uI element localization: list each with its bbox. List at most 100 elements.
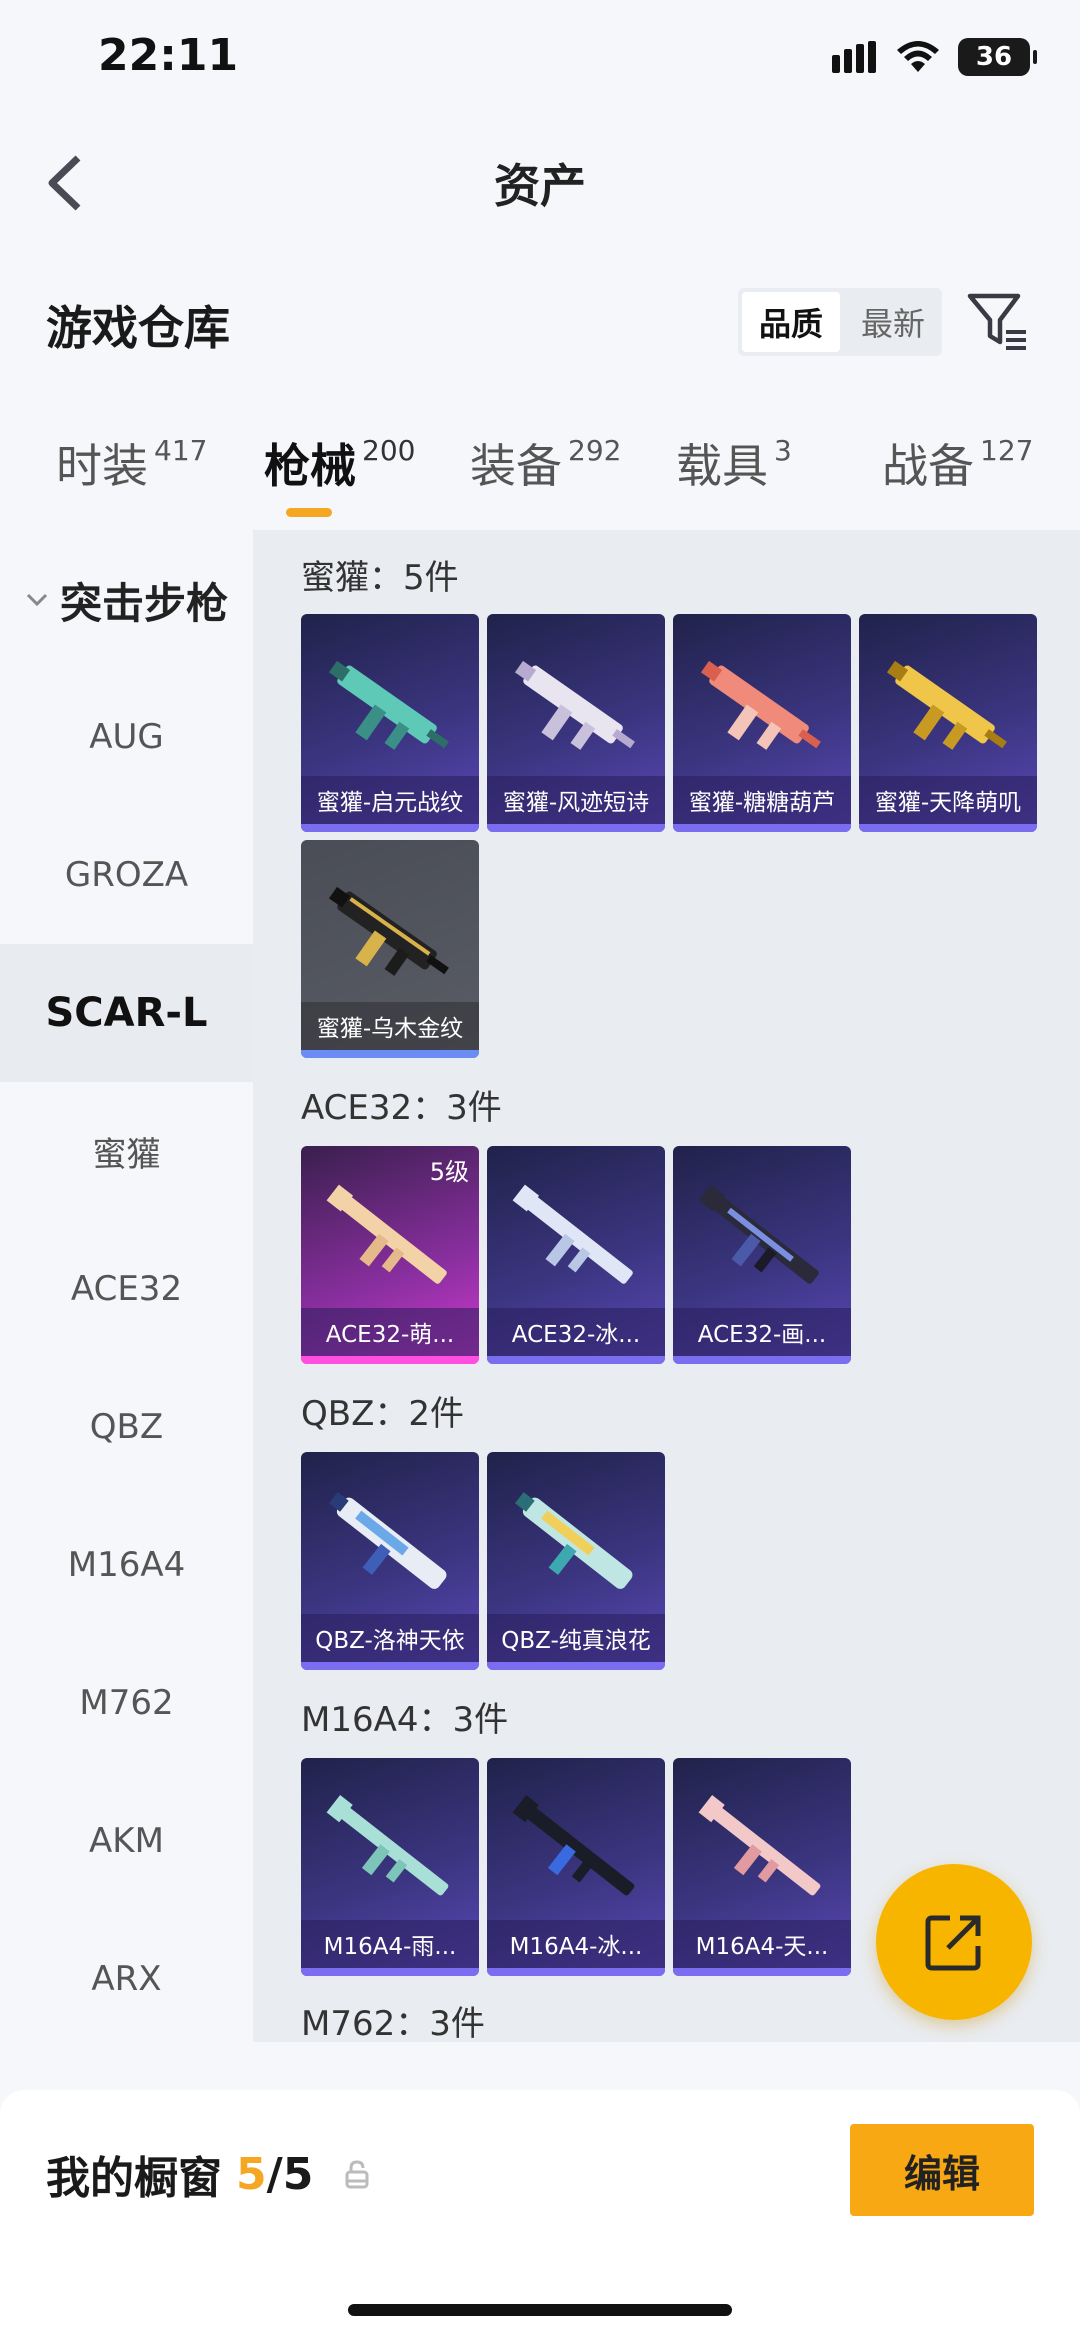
tab-count: 200 bbox=[362, 434, 416, 467]
rarity-bar bbox=[673, 1356, 851, 1364]
skin-name: 蜜獾-乌木金纹 bbox=[301, 1002, 479, 1050]
share-icon bbox=[925, 1915, 981, 1971]
sort-quality-option[interactable]: 品质 bbox=[742, 292, 840, 352]
showcase-label: 我的橱窗 bbox=[46, 2153, 222, 2204]
sort-toggle: 品质 最新 bbox=[738, 288, 942, 356]
rarity-bar bbox=[487, 1662, 665, 1670]
sidebar-item-ace32[interactable]: ACE32 bbox=[0, 1220, 253, 1358]
skin-name: 蜜獾-启元战纹 bbox=[301, 776, 479, 824]
skin-card[interactable]: M16A4-天... bbox=[673, 1758, 851, 1976]
showcase-summary: 我的橱窗 5 /5 bbox=[46, 2142, 371, 2206]
sidebar-item-aug[interactable]: AUG bbox=[0, 668, 253, 806]
rarity-bar bbox=[487, 824, 665, 832]
skin-name: QBZ-纯真浪花 bbox=[487, 1614, 665, 1662]
showcase-count: 5 bbox=[236, 2148, 267, 2200]
skin-card[interactable]: 5级 ACE32-萌... bbox=[301, 1146, 479, 1364]
skin-card[interactable]: QBZ-纯真浪花 bbox=[487, 1452, 665, 1670]
showcase-bar: 我的橱窗 5 /5 编辑 bbox=[0, 2090, 1080, 2339]
sidebar-item-honey-badger[interactable]: 蜜獾 bbox=[0, 1082, 253, 1220]
signal-icon bbox=[832, 41, 876, 73]
rarity-bar bbox=[301, 1662, 479, 1670]
section-title: M762：3件 bbox=[301, 2004, 485, 2042]
smg-icon bbox=[328, 660, 449, 750]
skin-card[interactable]: ACE32-画... bbox=[673, 1146, 851, 1364]
section-title: ACE32：3件 bbox=[301, 1088, 502, 1128]
sidebar-item-scar-l[interactable]: SCAR-L bbox=[0, 944, 253, 1082]
status-icons: 36 bbox=[832, 38, 1037, 76]
chevron-down-icon bbox=[26, 593, 48, 607]
tab-fashion[interactable]: 时装 417 bbox=[56, 430, 207, 496]
weapon-content: 蜜獾：5件 蜜獾-启元战纹 蜜獾-风迹短诗 蜜獾-糖糖葫芦 蜜獾-天降萌叽 蜜獾… bbox=[253, 530, 1080, 2042]
tab-guns[interactable]: 枪械 200 bbox=[264, 430, 415, 496]
skin-card[interactable]: 蜜獾-天降萌叽 bbox=[859, 614, 1037, 832]
rarity-bar bbox=[487, 1968, 665, 1976]
rarity-bar bbox=[487, 1356, 665, 1364]
battery-indicator: 36 bbox=[958, 38, 1037, 76]
category-tabs: 时装 417 枪械 200 装备 292 载具 3 战备 127 bbox=[0, 430, 1080, 530]
rifle-icon bbox=[326, 1795, 449, 1896]
section-title: 蜜獾：5件 bbox=[301, 558, 459, 598]
weapon-sidebar: 突击步枪 AUG GROZA SCAR-L 蜜獾 ACE32 QBZ M16A4… bbox=[0, 530, 253, 2050]
skin-name: M16A4-天... bbox=[673, 1920, 851, 1968]
skin-card[interactable]: M16A4-冰... bbox=[487, 1758, 665, 1976]
tab-count: 3 bbox=[774, 434, 792, 467]
skin-card[interactable]: ACE32-冰... bbox=[487, 1146, 665, 1364]
rarity-bar bbox=[859, 824, 1037, 832]
sort-newest-option[interactable]: 最新 bbox=[844, 288, 942, 356]
filter-icon[interactable] bbox=[966, 290, 1030, 354]
rarity-bar bbox=[301, 1356, 479, 1364]
sidebar-item-groza[interactable]: GROZA bbox=[0, 806, 253, 944]
skin-name: 蜜獾-风迹短诗 bbox=[487, 776, 665, 824]
sidebar-item-m16a4[interactable]: M16A4 bbox=[0, 1496, 253, 1634]
tab-count: 417 bbox=[154, 434, 208, 467]
share-button[interactable] bbox=[876, 1864, 1032, 2020]
skin-card[interactable]: QBZ-洛神天依 bbox=[301, 1452, 479, 1670]
warehouse-title: 游戏仓库 bbox=[46, 301, 230, 355]
smg-icon bbox=[700, 660, 821, 750]
tab-label: 时装 bbox=[56, 439, 148, 493]
sidebar-group-assault-rifles[interactable]: 突击步枪 bbox=[0, 560, 253, 640]
skin-card[interactable]: M16A4-雨... bbox=[301, 1758, 479, 1976]
skin-card[interactable]: 蜜獾-风迹短诗 bbox=[487, 614, 665, 832]
skin-name: QBZ-洛神天依 bbox=[301, 1614, 479, 1662]
tab-equipment[interactable]: 装备 292 bbox=[470, 430, 621, 496]
skin-name: 蜜獾-糖糖葫芦 bbox=[673, 776, 851, 824]
section-title: QBZ：2件 bbox=[301, 1394, 465, 1434]
sidebar-group-label: 突击步枪 bbox=[60, 578, 229, 628]
lock-icon[interactable] bbox=[343, 2159, 371, 2189]
skin-card[interactable]: 蜜獾-糖糖葫芦 bbox=[673, 614, 851, 832]
rifle-icon bbox=[698, 1184, 819, 1284]
sidebar-item-qbz[interactable]: QBZ bbox=[0, 1358, 253, 1496]
skin-name: ACE32-冰... bbox=[487, 1308, 665, 1356]
smg-icon bbox=[886, 660, 1007, 750]
wifi-icon bbox=[897, 41, 939, 72]
sidebar-item-akm[interactable]: AKM bbox=[0, 1772, 253, 1910]
section-title: M16A4：3件 bbox=[301, 1700, 509, 1740]
home-indicator bbox=[348, 2304, 732, 2316]
tab-vehicles[interactable]: 载具 3 bbox=[676, 430, 792, 496]
tab-label: 战备 bbox=[882, 439, 974, 493]
skin-card[interactable]: 蜜獾-启元战纹 bbox=[301, 614, 479, 832]
tab-count: 292 bbox=[568, 434, 622, 467]
status-time: 22:11 bbox=[98, 30, 239, 81]
rarity-bar bbox=[673, 1968, 851, 1976]
edit-button[interactable]: 编辑 bbox=[850, 2124, 1034, 2216]
status-bar: 22:11 36 bbox=[0, 0, 1080, 120]
skin-card[interactable]: 蜜獾-乌木金纹 bbox=[301, 840, 479, 1058]
tab-label: 装备 bbox=[470, 439, 562, 493]
rifle-icon bbox=[326, 1184, 447, 1284]
smg-icon bbox=[328, 886, 449, 976]
skin-name: 蜜獾-天降萌叽 bbox=[859, 776, 1037, 824]
rifle-icon bbox=[512, 1184, 633, 1284]
skin-name: ACE32-画... bbox=[673, 1308, 851, 1356]
rarity-bar bbox=[301, 1968, 479, 1976]
tab-label: 枪械 bbox=[264, 439, 356, 493]
tab-supplies[interactable]: 战备 127 bbox=[882, 430, 1033, 496]
sidebar-item-m762[interactable]: M762 bbox=[0, 1634, 253, 1772]
page-title: 资产 bbox=[494, 159, 586, 213]
rarity-bar bbox=[301, 824, 479, 832]
nav-bar: 资产 bbox=[0, 130, 1080, 230]
sidebar-item-arx[interactable]: ARX bbox=[0, 1910, 253, 2048]
skin-name: M16A4-雨... bbox=[301, 1920, 479, 1968]
tab-indicator bbox=[286, 508, 332, 517]
